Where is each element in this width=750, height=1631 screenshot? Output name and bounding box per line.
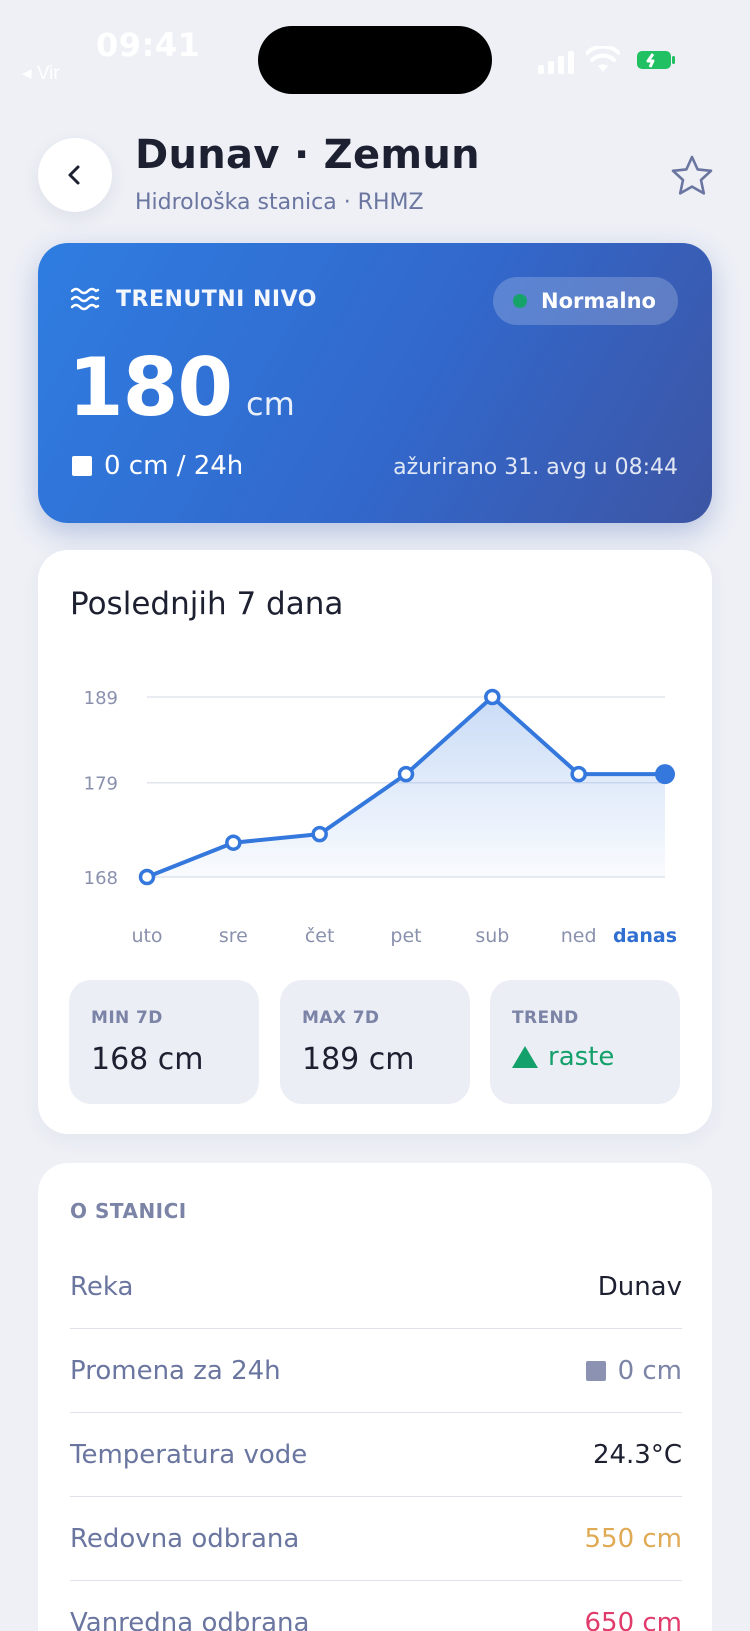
favorite-star-icon[interactable]: [670, 154, 714, 198]
back-button[interactable]: [38, 138, 112, 212]
stat-min-value: 168 cm: [91, 1042, 204, 1077]
chart-area: [147, 697, 665, 877]
wifi-icon: [586, 46, 620, 72]
stat-trend-label: TREND: [512, 1008, 579, 1028]
info-label: Promena za 24h: [70, 1355, 281, 1386]
chevron-left-icon: [68, 165, 80, 185]
status-badge: Normalno: [493, 277, 678, 325]
info-label: Temperatura vode: [70, 1439, 308, 1470]
y-tick-label: 168: [84, 868, 118, 889]
y-tick-label: 189: [84, 688, 118, 709]
chart-point: [311, 825, 328, 843]
hero-value-row: 180 cm: [68, 341, 295, 434]
info-row-emergency-defense: Vanredna odbrana 650 cm: [70, 1581, 682, 1631]
change-24h: 0 cm / 24h: [104, 451, 244, 481]
stat-trend: TREND raste: [490, 980, 680, 1104]
current-level-unit: cm: [246, 385, 295, 423]
waves-icon: [70, 287, 100, 311]
y-tick-label: 179: [84, 774, 118, 795]
info-value-text: 0 cm: [617, 1355, 682, 1386]
info-row-change: Promena za 24h 0 cm: [70, 1329, 682, 1413]
x-tick-label: čet: [305, 925, 335, 947]
stat-max-label: MAX 7D: [302, 1008, 380, 1028]
current-level-card: TRENUTNI NIVO Normalno 180 cm 0 cm / 24h…: [38, 243, 712, 523]
status-badge-label: Normalno: [541, 289, 656, 313]
cellular-signal-icon: [538, 50, 576, 74]
current-level-value: 180: [68, 341, 233, 434]
info-value: 24.3°C: [592, 1439, 682, 1470]
info-label: Vanredna odbrana: [70, 1607, 310, 1631]
level-chart: 189 179 168 uto sre čet pet sub ned danas: [84, 688, 677, 947]
x-tick-label: danas: [613, 925, 677, 947]
info-value: 550 cm: [584, 1523, 682, 1554]
info-row-river: Reka Dunav: [70, 1245, 682, 1329]
stat-min-label: MIN 7D: [91, 1008, 163, 1028]
dynamic-island: [258, 26, 492, 94]
hero-change-row: 0 cm / 24h: [72, 451, 243, 481]
page-title: Dunav · Zemun: [135, 132, 480, 178]
stat-min: MIN 7D 168 cm: [69, 980, 259, 1104]
trend-up-icon: [512, 1046, 538, 1068]
battery-icon: [637, 51, 675, 69]
chart-point: [570, 765, 587, 783]
info-heading: O STANICI: [70, 1199, 187, 1223]
info-label: Redovna odbrana: [70, 1523, 300, 1554]
updated-timestamp: ažurirano 31. avg u 08:44: [393, 455, 678, 480]
info-value: 0 cm: [585, 1355, 682, 1386]
chart-point: [225, 834, 242, 851]
stat-max-value: 189 cm: [302, 1042, 415, 1077]
status-time: 09:41: [96, 26, 201, 64]
chart-card: Poslednjih 7 dana 189 179 168 uto sre čet pet s…: [38, 550, 712, 1134]
status-bar: 09:41 ◂ Vir: [0, 0, 750, 110]
info-value: Dunav: [597, 1271, 682, 1302]
x-tick-label: pet: [390, 925, 421, 947]
stat-trend-value: raste: [512, 1042, 614, 1072]
hero-label-row: TRENUTNI NIVO: [70, 285, 317, 313]
info-value: 650 cm: [584, 1607, 682, 1631]
x-tick-label: ned: [561, 925, 597, 947]
info-row-regular-defense: Redovna odbrana 550 cm: [70, 1497, 682, 1581]
chart-point-current: [655, 764, 675, 785]
chart-point: [138, 868, 156, 886]
x-tick-label: uto: [131, 925, 162, 947]
no-change-square-icon: [585, 1360, 606, 1381]
chart-point: [397, 765, 415, 783]
chart-point: [484, 688, 501, 706]
info-row-temperature: Temperatura vode 24.3°C: [70, 1413, 682, 1497]
station-info-card: O STANICI Reka Dunav Promena za 24h 0 cm…: [38, 1163, 712, 1631]
x-tick-label: sre: [219, 925, 248, 947]
status-back-link[interactable]: ◂ Vir: [22, 62, 60, 85]
info-label: Reka: [70, 1271, 134, 1302]
stat-trend-text: raste: [548, 1042, 615, 1072]
stat-max: MAX 7D 189 cm: [280, 980, 470, 1104]
no-change-square-icon: [72, 456, 92, 476]
x-tick-label: sub: [475, 925, 509, 947]
hero-label: TRENUTNI NIVO: [116, 286, 317, 312]
page-subtitle: Hidrološka stanica · RHMZ: [135, 190, 424, 215]
status-dot-icon: [513, 294, 527, 308]
